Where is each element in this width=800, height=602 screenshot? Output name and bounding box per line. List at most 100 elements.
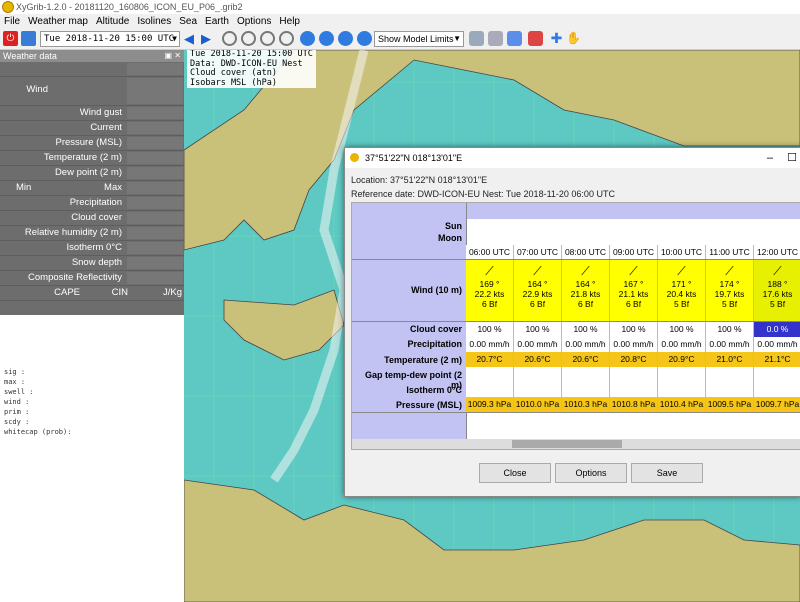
isotherm-cell	[562, 382, 610, 397]
value-box	[127, 257, 183, 269]
value-box	[127, 272, 183, 284]
label-temperature: Temperature (2 m)	[43, 152, 122, 163]
value-box	[127, 227, 183, 239]
meteo-table[interactable]: Sun Moon Wind (10 m) Cloud cover Precipi…	[351, 202, 800, 450]
time-header-cell: 06:00 UTC	[466, 245, 514, 259]
panel-title: Weather data	[3, 51, 57, 61]
wind-speed: 21.1 kts	[618, 289, 649, 299]
route-icon[interactable]	[528, 31, 543, 46]
zoom-in-icon[interactable]	[222, 31, 237, 46]
maximize-icon[interactable]: ☐	[787, 148, 797, 168]
menu-help[interactable]: Help	[275, 14, 304, 29]
model-limits-value: Show Model Limits	[378, 34, 454, 44]
save-button[interactable]: Save	[631, 463, 703, 483]
window-titlebar: XyGrib-1.2.0 - 20181120_160806_ICON_EU_P…	[0, 0, 800, 14]
value-box	[127, 197, 183, 209]
console-output: sig : max : swell : wind : prim : scdy :…	[0, 315, 184, 602]
panel-row-reflectivity: Composite Reflectivity	[0, 271, 184, 286]
divider	[352, 321, 800, 322]
value-box	[127, 78, 183, 104]
zoom-all-icon[interactable]	[279, 31, 294, 46]
close-button[interactable]: Close	[479, 463, 551, 483]
menu-isolines[interactable]: Isolines	[133, 14, 175, 29]
app-icon	[2, 1, 14, 13]
temperature-cell: 20.6°C	[514, 352, 562, 367]
minimize-icon[interactable]: –	[767, 148, 773, 168]
land-africa	[184, 479, 800, 602]
animation-icon[interactable]	[507, 31, 522, 46]
next-arrow-icon[interactable]: ▶	[201, 31, 216, 46]
scrollbar-thumb[interactable]	[512, 440, 622, 448]
precipitation-cell: 0.00 mm/h	[466, 337, 514, 352]
menu-options[interactable]: Options	[233, 14, 275, 29]
wind-speed: 17.6 kts	[762, 289, 793, 299]
horizontal-scrollbar[interactable]	[352, 439, 800, 449]
panel-row-wind-gust: Wind gust	[0, 106, 184, 121]
label-wind: Wind (10 m)	[411, 285, 462, 295]
land-sicily	[223, 289, 345, 361]
time-header-cell: 09:00 UTC	[610, 245, 658, 259]
menu-file[interactable]: File	[0, 14, 24, 29]
window-title: XyGrib-1.2.0 - 20181120_160806_ICON_EU_P…	[16, 2, 243, 12]
console-line: scdy :	[4, 418, 30, 426]
pressure-cell: 1009.7 hPa	[754, 397, 800, 412]
menu-earth[interactable]: Earth	[201, 14, 233, 29]
label-unit-jkg: J/Kg	[162, 287, 182, 298]
panel-window-buttons[interactable]: ▣ ✕	[165, 50, 181, 62]
label-dew-point: Dew point (2 m)	[54, 167, 122, 178]
dialog-titlebar: 37°51'22"N 018°13'01"E – ☐	[345, 148, 800, 168]
pan-right-icon[interactable]	[319, 31, 334, 46]
meteo-table-icon[interactable]	[488, 31, 503, 46]
time-header-cell: 12:00 UTC	[754, 245, 800, 259]
label-isotherm: Isotherm 0°C	[66, 242, 122, 253]
label-sun: Sun	[445, 221, 462, 231]
hand-icon[interactable]: ✋	[566, 31, 581, 46]
pan-up-icon[interactable]	[338, 31, 353, 46]
wind-barb-icon: ⟋	[581, 264, 590, 278]
label-wind-gust: Wind gust	[79, 107, 122, 118]
console-line: swell :	[4, 388, 34, 396]
panel-row-precipitation: Precipitation	[0, 196, 184, 211]
value-box	[127, 107, 183, 119]
date-select[interactable]: Tue 2018-11-20 15:00 UTC ▼	[40, 31, 180, 47]
pressure-cell: 1010.8 hPa	[610, 397, 658, 412]
wind-cell: ⟋ 164 ° 22.9 kts 6 Bf	[514, 260, 562, 321]
gap-temp-dew-cell	[706, 367, 754, 382]
zoom-out-icon[interactable]	[241, 31, 256, 46]
label-precipitation: Precipitation	[69, 197, 122, 208]
pin-icon[interactable]	[469, 31, 484, 46]
value-box	[127, 152, 183, 164]
label-cloud-cover: Cloud cover	[409, 324, 462, 334]
options-button[interactable]: Options	[555, 463, 627, 483]
menu-altitude[interactable]: Altitude	[92, 14, 133, 29]
panel-row-min-max: Min Max	[0, 181, 184, 196]
label-pressure: Pressure (MSL)	[55, 137, 122, 148]
zoom-fit-icon[interactable]	[260, 31, 275, 46]
menu-sea[interactable]: Sea	[175, 14, 201, 29]
menu-weather-map[interactable]: Weather map	[24, 14, 92, 29]
map-info-isobars: Isobars MSL (hPa)	[190, 77, 277, 88]
isotherm-cell	[610, 382, 658, 397]
crosshair-icon[interactable]: ✚	[549, 31, 564, 46]
wind-barb-icon: ⟋	[725, 264, 734, 278]
prev-arrow-icon[interactable]: ◀	[184, 31, 199, 46]
pan-left-icon[interactable]	[300, 31, 315, 46]
gap-temp-dew-cell	[754, 367, 800, 382]
wind-barb-icon: ⟋	[677, 264, 686, 278]
wind-bf: 6 Bf	[625, 299, 642, 309]
wind-speed: 22.9 kts	[522, 289, 553, 299]
label-moon: Moon	[438, 233, 462, 243]
panel-row-current: Current	[0, 121, 184, 136]
wind-bf: 5 Bf	[769, 299, 786, 309]
label-pressure: Pressure (MSL)	[395, 400, 462, 410]
wind-dir: 169 °	[479, 279, 500, 289]
open-file-icon[interactable]	[21, 31, 36, 46]
wind-barb-icon: ⟋	[629, 264, 638, 278]
console-line: max :	[4, 378, 26, 386]
pan-down-icon[interactable]	[357, 31, 372, 46]
power-icon[interactable]: ⏻	[3, 31, 18, 46]
label-isotherm: Isotherm 0°C	[406, 385, 462, 395]
location-text: Location: 37°51'22"N 018°13'01"E	[351, 175, 488, 185]
time-header-cell: 11:00 UTC	[706, 245, 754, 259]
model-limits-select[interactable]: Show Model Limits ▼	[374, 31, 464, 47]
